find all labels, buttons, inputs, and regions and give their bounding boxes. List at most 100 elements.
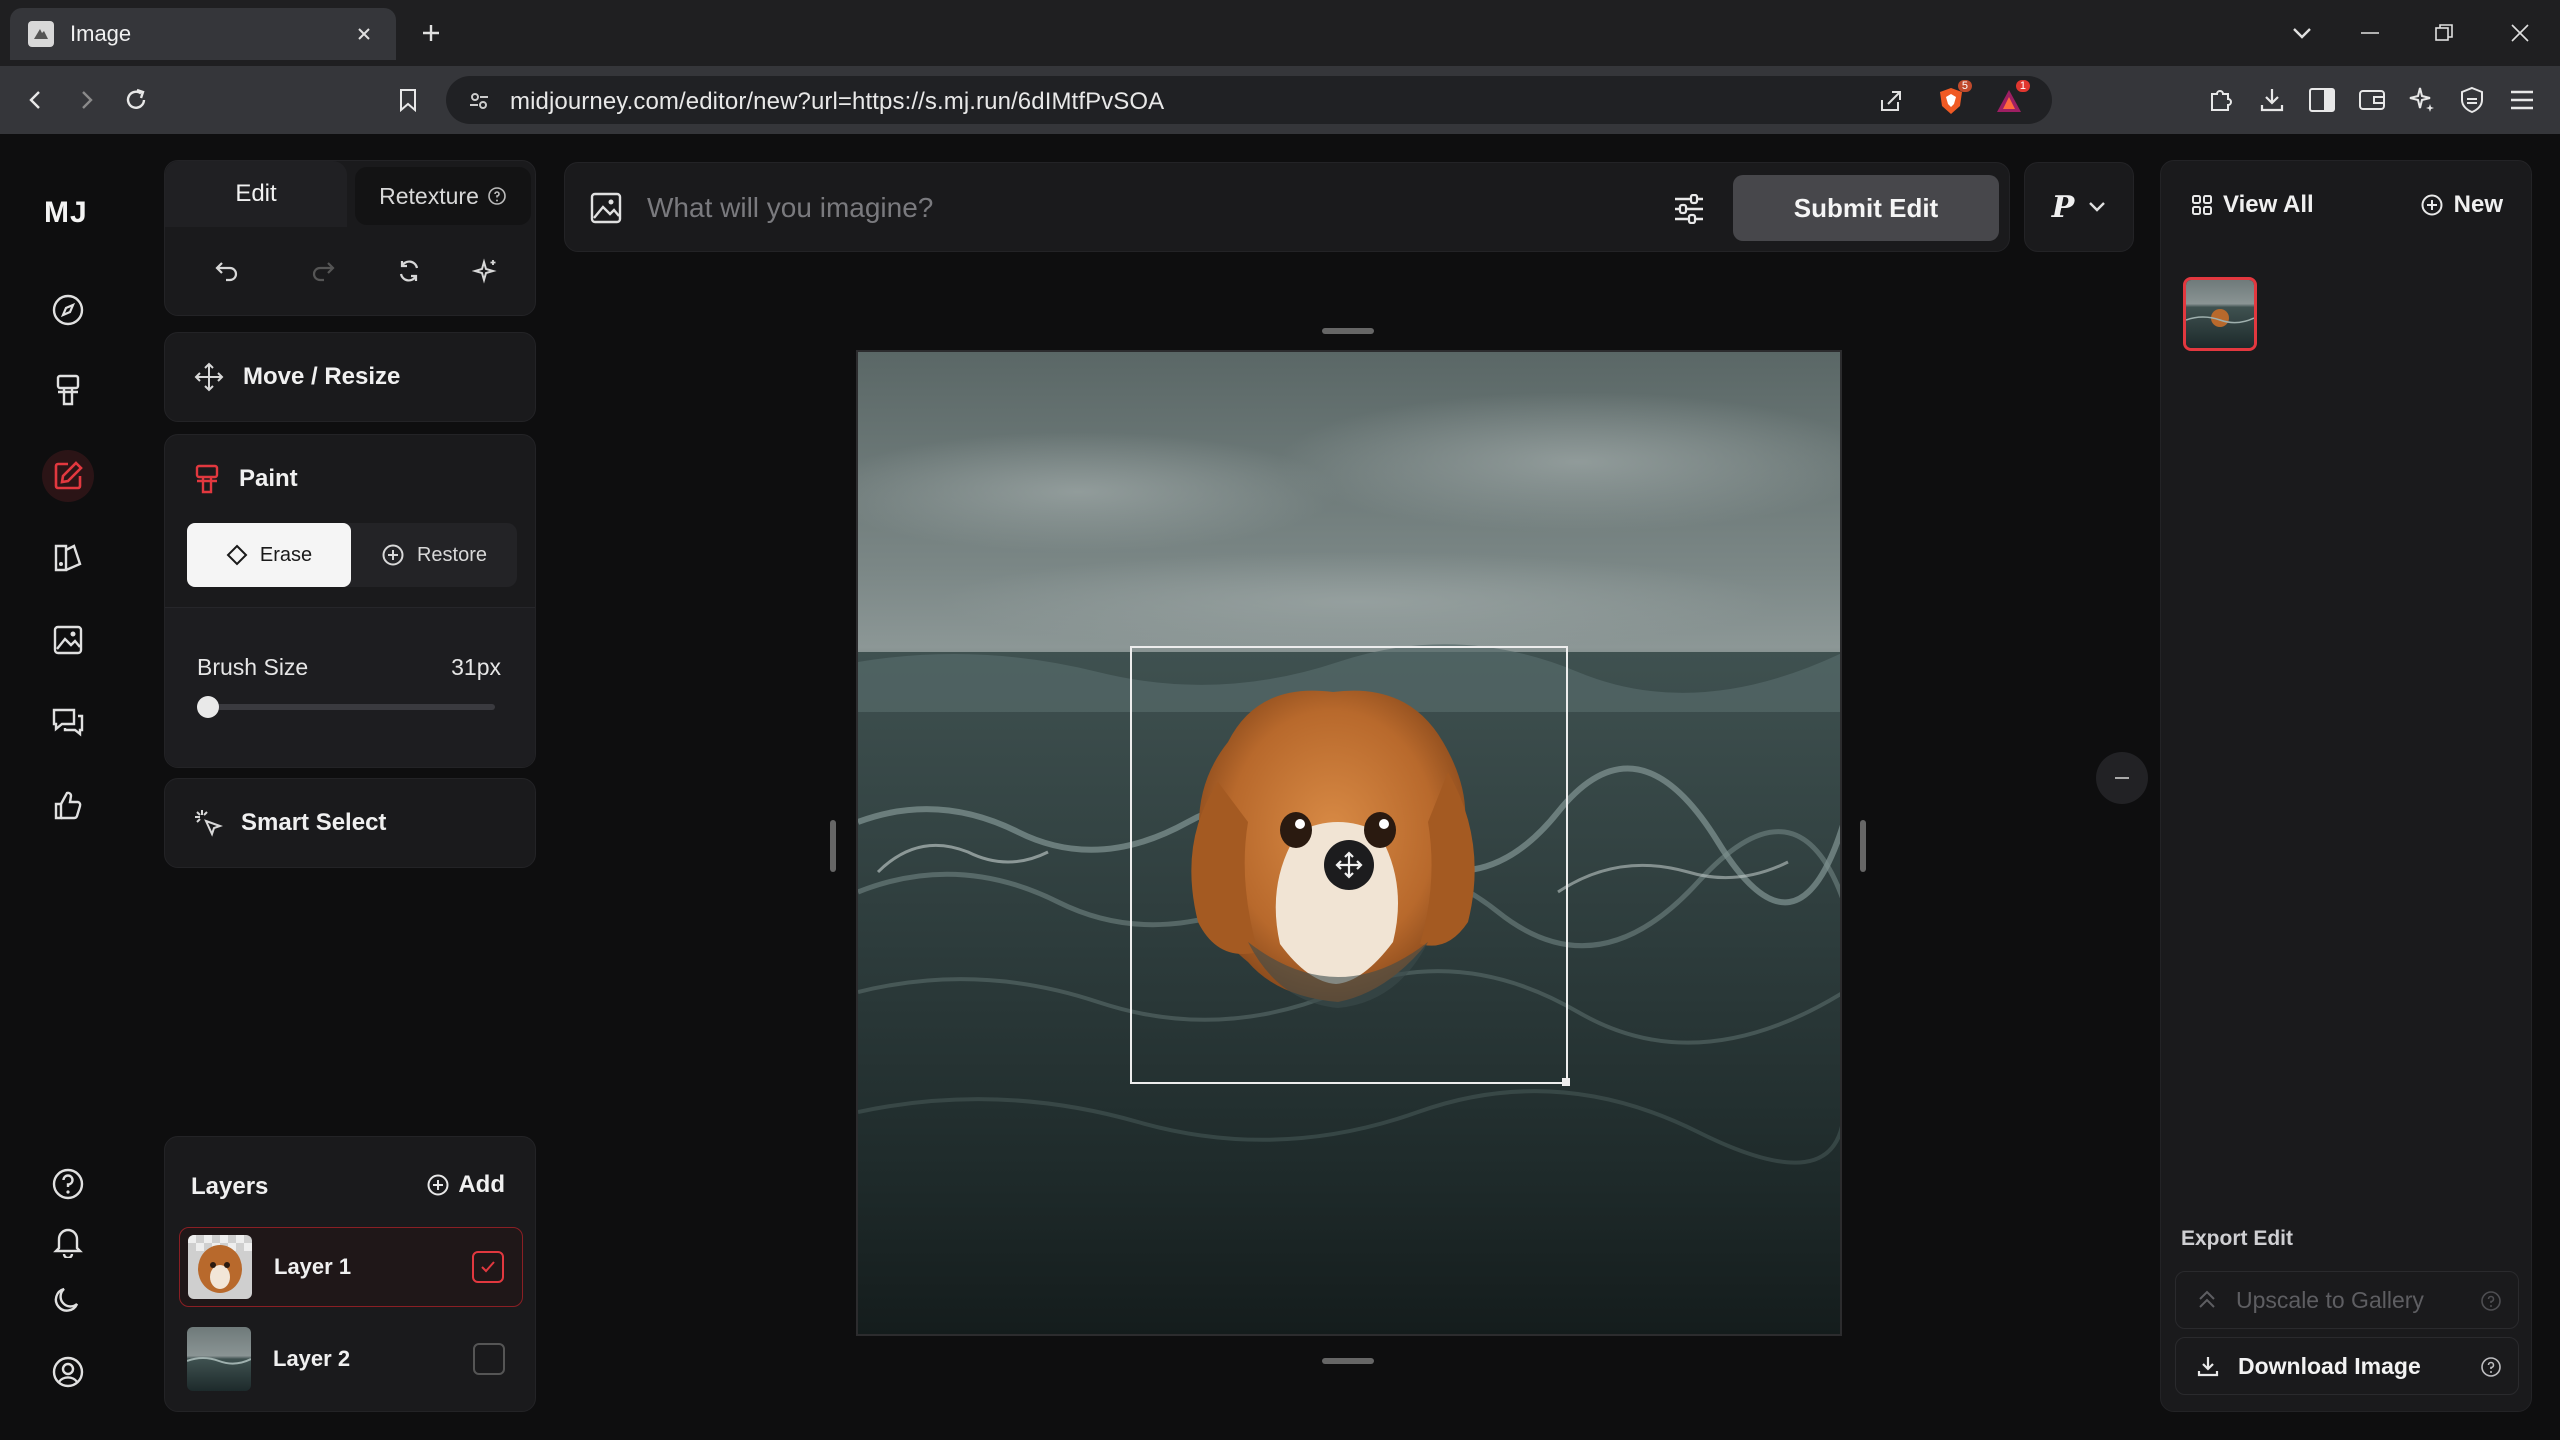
- brush-size-label: Brush Size: [197, 654, 309, 680]
- tab-retexture[interactable]: Retexture: [355, 167, 531, 225]
- move-resize-label: Move / Resize: [243, 363, 401, 390]
- canvas-top-handle[interactable]: [1322, 328, 1374, 334]
- edit-icon[interactable]: [42, 450, 94, 502]
- image-prompt-icon[interactable]: [589, 191, 623, 225]
- prompt-input[interactable]: [647, 183, 1527, 233]
- paint-tool[interactable]: Paint: [193, 463, 298, 495]
- smart-select-icon: [193, 808, 223, 838]
- notifications-bell-icon[interactable]: [42, 1216, 94, 1268]
- layer-name: Layer 1: [274, 1254, 352, 1279]
- browser-titlebar: Image: [0, 0, 2560, 66]
- paint-label: Paint: [239, 465, 298, 492]
- url-text: midjourney.com/editor/new?url=https://s.…: [510, 88, 1165, 115]
- sidebar-icon[interactable]: [2302, 80, 2342, 120]
- move-resize-tool[interactable]: Move / Resize: [164, 332, 536, 422]
- nav-rail: MJ: [0, 134, 136, 1440]
- back-icon[interactable]: [16, 80, 56, 120]
- brush-size-slider[interactable]: [197, 696, 495, 718]
- logo[interactable]: MJ: [44, 196, 88, 230]
- submit-edit-button[interactable]: Submit Edit: [1733, 175, 1999, 241]
- erase-button[interactable]: Erase: [187, 523, 351, 587]
- layers-title: Layers: [191, 1173, 269, 1200]
- redo-icon[interactable]: [299, 247, 347, 295]
- view-all-button[interactable]: View All: [2191, 191, 2314, 219]
- brush-size-value: 31px: [451, 654, 501, 680]
- chat-icon[interactable]: [42, 696, 94, 748]
- zoom-out-icon[interactable]: [2096, 752, 2148, 804]
- browser-tab[interactable]: Image: [10, 8, 396, 60]
- reload-icon[interactable]: [116, 80, 156, 120]
- extensions-icon[interactable]: [2200, 80, 2240, 120]
- info-icon: [487, 186, 507, 206]
- upscale-help-icon[interactable]: [2480, 1290, 2502, 1312]
- help-icon[interactable]: [42, 1158, 94, 1210]
- layer-row[interactable]: Layer 2: [179, 1319, 523, 1399]
- history-toolbar: [165, 241, 537, 301]
- upscale-to-gallery-button[interactable]: Upscale to Gallery: [2175, 1271, 2519, 1329]
- eraser-icon: [226, 544, 248, 566]
- download-icon[interactable]: [2252, 80, 2292, 120]
- restore-window-icon[interactable]: [2424, 14, 2464, 52]
- restore-button[interactable]: Restore: [351, 523, 517, 587]
- profile-icon[interactable]: [42, 1346, 94, 1398]
- restore-label: Restore: [416, 543, 488, 566]
- paint-tool-panel: Paint Erase Restore Brush Size 31px: [164, 434, 536, 768]
- app: MJ Edit Retexture Move / Resize Paint Er…: [0, 134, 2560, 1440]
- bookmark-icon[interactable]: [388, 80, 428, 120]
- layers-panel: Layers Add Layer 1 Layer 2: [164, 1136, 536, 1412]
- create-brush-icon[interactable]: [42, 364, 94, 416]
- new-button[interactable]: New: [2420, 191, 2503, 219]
- new-tab-icon[interactable]: [414, 16, 448, 50]
- tab-list-chevron-icon[interactable]: [2282, 14, 2322, 52]
- chevron-down-icon: [2088, 201, 2106, 213]
- dark-mode-moon-icon[interactable]: [42, 1274, 94, 1326]
- share-icon[interactable]: [1874, 84, 1908, 118]
- grid-icon: [2191, 194, 2213, 216]
- layer-visibility-checkbox[interactable]: [473, 1343, 505, 1375]
- layer-name: Layer 2: [273, 1346, 351, 1371]
- smart-select-tool[interactable]: Smart Select: [164, 778, 536, 868]
- undo-icon[interactable]: [203, 247, 251, 295]
- right-panel: View All New Export Edit Upscale to Gall…: [2160, 160, 2532, 1412]
- add-layer-button[interactable]: Add: [426, 1171, 505, 1199]
- settings-sliders-icon[interactable]: [1665, 185, 1713, 233]
- rewards-icon[interactable]: 1: [1992, 80, 2030, 118]
- erase-restore-toggle: Erase Restore: [187, 523, 517, 587]
- reset-icon[interactable]: [385, 247, 433, 295]
- history-thumbnail[interactable]: [2183, 277, 2257, 351]
- brush-size-control: Brush Size 31px: [165, 607, 535, 767]
- leo-ai-icon[interactable]: [2402, 80, 2442, 120]
- view-all-label: View All: [2223, 191, 2314, 218]
- brush-size-slider-thumb[interactable]: [197, 696, 219, 718]
- brave-shield-icon[interactable]: 5: [1934, 80, 1972, 118]
- tab-retexture-label: Retexture: [379, 182, 479, 209]
- download-image-button[interactable]: Download Image: [2175, 1337, 2519, 1395]
- download-help-icon[interactable]: [2480, 1356, 2502, 1378]
- minimize-icon[interactable]: [2350, 14, 2390, 52]
- site-settings-icon[interactable]: [462, 84, 496, 118]
- forward-icon[interactable]: [66, 80, 106, 120]
- vpn-shield-icon[interactable]: [2452, 80, 2492, 120]
- layer-row[interactable]: Layer 1: [179, 1227, 523, 1307]
- move-layer-icon[interactable]: [1324, 840, 1374, 890]
- paint-brush-icon: [193, 463, 221, 495]
- restore-plus-icon: [381, 543, 405, 567]
- layer-visibility-checkbox[interactable]: [472, 1251, 504, 1283]
- address-bar[interactable]: midjourney.com/editor/new?url=https://s.…: [446, 76, 2052, 124]
- explore-compass-icon[interactable]: [42, 284, 94, 336]
- resize-corner-handle[interactable]: [1562, 1078, 1570, 1086]
- personalize-icon[interactable]: [42, 532, 94, 584]
- organize-images-icon[interactable]: [42, 614, 94, 666]
- rank-thumbs-up-icon[interactable]: [42, 780, 94, 832]
- canvas-right-handle[interactable]: [1860, 820, 1866, 872]
- menu-icon[interactable]: [2502, 80, 2542, 120]
- close-window-icon[interactable]: [2500, 14, 2540, 52]
- magic-sparkle-icon[interactable]: [461, 247, 509, 295]
- export-edit-label: Export Edit: [2181, 1227, 2294, 1250]
- wallet-icon[interactable]: [2352, 80, 2392, 120]
- personalization-selector[interactable]: P: [2024, 162, 2134, 252]
- tab-edit[interactable]: Edit: [165, 161, 347, 227]
- canvas-left-handle[interactable]: [830, 820, 836, 872]
- canvas-bottom-handle[interactable]: [1322, 1358, 1374, 1364]
- close-tab-icon[interactable]: [350, 20, 378, 48]
